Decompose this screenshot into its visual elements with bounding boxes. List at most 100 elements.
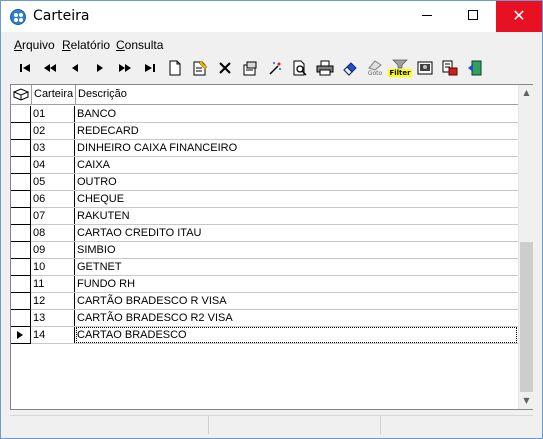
goto-label: Goto — [367, 70, 383, 77]
table-row[interactable]: 13 CARTÃO BRADESCO R2 VISA — [11, 310, 518, 327]
close-button[interactable]: ✕ — [496, 1, 542, 32]
next-page-icon[interactable] — [115, 58, 135, 78]
row-indicator[interactable] — [11, 242, 31, 259]
status-separator — [380, 416, 381, 434]
row-indicator[interactable] — [11, 327, 31, 344]
status-separator — [208, 416, 209, 434]
cell-descricao[interactable]: CARTAO BRADESCO — [76, 327, 517, 343]
prior-page-icon[interactable] — [40, 58, 60, 78]
goto-icon[interactable]: Goto — [365, 58, 385, 78]
next-record-icon[interactable] — [90, 58, 110, 78]
menu-consulta[interactable]: Consulta — [116, 38, 163, 52]
table-row[interactable]: 14 CARTAO BRADESCO — [11, 327, 518, 344]
row-indicator[interactable] — [11, 208, 31, 225]
image-icon[interactable] — [415, 58, 435, 78]
scroll-down-icon[interactable]: ▼ — [519, 393, 534, 409]
cell-descricao[interactable]: CARTÃO BRADESCO R2 VISA — [76, 310, 518, 326]
cell-carteira[interactable]: 07 — [32, 208, 75, 224]
table-row[interactable]: 03 DINHEIRO CAIXA FINANCEIRO — [11, 140, 518, 157]
row-indicator[interactable] — [11, 157, 31, 174]
menu-arquivo[interactable]: Arquivo — [14, 38, 55, 52]
cell-descricao[interactable]: SIMBIO — [76, 242, 518, 258]
vertical-scrollbar[interactable]: ▲ ▼ — [518, 85, 533, 409]
table-row[interactable]: 01 BANCO — [11, 106, 518, 123]
table-row[interactable]: 08 CARTAO CREDITO ITAU — [11, 225, 518, 242]
cell-carteira[interactable]: 04 — [32, 157, 75, 173]
column-header-descricao[interactable]: Descrição — [76, 85, 518, 105]
cell-descricao[interactable]: GETNET — [76, 259, 518, 275]
cell-descricao[interactable]: DINHEIRO CAIXA FINANCEIRO — [76, 140, 518, 156]
maximize-button[interactable] — [450, 1, 496, 32]
first-record-icon[interactable] — [15, 58, 35, 78]
cell-carteira[interactable]: 03 — [32, 140, 75, 156]
row-indicator[interactable] — [11, 259, 31, 276]
title-bar[interactable]: Carteira ✕ — [1, 1, 542, 32]
cell-carteira[interactable]: 12 — [32, 293, 75, 309]
cell-descricao[interactable]: REDECARD — [76, 123, 518, 139]
row-indicator[interactable] — [11, 310, 31, 327]
filter-icon[interactable]: Filter — [388, 58, 412, 78]
prior-record-icon[interactable] — [65, 58, 85, 78]
cell-descricao[interactable]: RAKUTEN — [76, 208, 518, 224]
cell-descricao[interactable]: OUTRO — [76, 174, 518, 190]
row-indicator[interactable] — [11, 191, 31, 208]
cell-carteira[interactable]: 01 — [32, 106, 75, 122]
window-title: Carteira — [33, 8, 90, 24]
table-row[interactable]: 05 OUTRO — [11, 174, 518, 191]
print-preview-icon[interactable] — [290, 58, 310, 78]
app-icon[interactable] — [10, 9, 26, 25]
delete-record-icon[interactable] — [215, 58, 235, 78]
cell-descricao[interactable]: BANCO — [76, 106, 518, 122]
table-row[interactable]: 06 CHEQUE — [11, 191, 518, 208]
eraser-icon[interactable] — [340, 58, 360, 78]
row-indicator[interactable] — [11, 140, 31, 157]
cell-carteira[interactable]: 09 — [32, 242, 75, 258]
properties-icon[interactable] — [240, 58, 260, 78]
table-row[interactable]: 02 REDECARD — [11, 123, 518, 140]
table-row[interactable]: 10 GETNET — [11, 259, 518, 276]
cell-descricao[interactable]: CARTÃO BRADESCO R VISA — [76, 293, 518, 309]
cell-descricao[interactable]: CARTAO CREDITO ITAU — [76, 225, 518, 241]
data-grid[interactable]: Carteira Descrição 01 BANCO 02 REDECARD 03 DI… — [10, 84, 533, 410]
cell-descricao[interactable]: CHEQUE — [76, 191, 518, 207]
cell-carteira[interactable]: 14 — [32, 327, 75, 343]
cell-carteira[interactable]: 05 — [32, 174, 75, 190]
table-row[interactable]: 11 FUNDO RH — [11, 276, 518, 293]
table-row[interactable]: 04 CAIXA — [11, 157, 518, 174]
row-indicator[interactable] — [11, 123, 31, 140]
menu-relatorio[interactable]: Relatório — [62, 38, 110, 52]
minimize-button[interactable] — [404, 1, 450, 32]
new-record-icon[interactable] — [165, 58, 185, 78]
last-record-icon[interactable] — [140, 58, 160, 78]
status-bar — [10, 415, 533, 434]
cell-carteira[interactable]: 08 — [32, 225, 75, 241]
printer-icon[interactable] — [315, 58, 335, 78]
filter-label: Filter — [388, 69, 412, 77]
table-row[interactable]: 12 CARTÃO BRADESCO R VISA — [11, 293, 518, 310]
magic-wand-icon[interactable] — [265, 58, 285, 78]
cell-carteira[interactable]: 13 — [32, 310, 75, 326]
table-row[interactable]: 09 SIMBIO — [11, 242, 518, 259]
edit-record-icon[interactable] — [190, 58, 210, 78]
cell-carteira[interactable]: 11 — [32, 276, 75, 292]
scroll-thumb[interactable] — [520, 242, 533, 392]
maximize-icon — [468, 10, 478, 20]
row-indicator[interactable] — [11, 174, 31, 191]
column-header-carteira[interactable]: Carteira — [32, 85, 75, 105]
scroll-up-icon[interactable]: ▲ — [519, 85, 534, 101]
menu-bar: Arquivo Relatório Consulta — [1, 35, 542, 55]
cell-descricao[interactable]: CAIXA — [76, 157, 518, 173]
export-icon[interactable] — [440, 58, 460, 78]
cell-carteira[interactable]: 10 — [32, 259, 75, 275]
cell-carteira[interactable]: 06 — [32, 191, 75, 207]
row-indicator[interactable] — [11, 276, 31, 293]
cell-descricao[interactable]: FUNDO RH — [76, 276, 518, 292]
table-row[interactable]: 07 RAKUTEN — [11, 208, 518, 225]
row-indicator[interactable] — [11, 225, 31, 242]
row-indicator-line — [11, 343, 31, 344]
cell-carteira[interactable]: 02 — [32, 123, 75, 139]
row-indicator[interactable] — [11, 106, 31, 123]
row-indicator[interactable] — [11, 293, 31, 310]
close-icon: ✕ — [512, 6, 526, 25]
exit-door-icon[interactable] — [465, 58, 485, 78]
